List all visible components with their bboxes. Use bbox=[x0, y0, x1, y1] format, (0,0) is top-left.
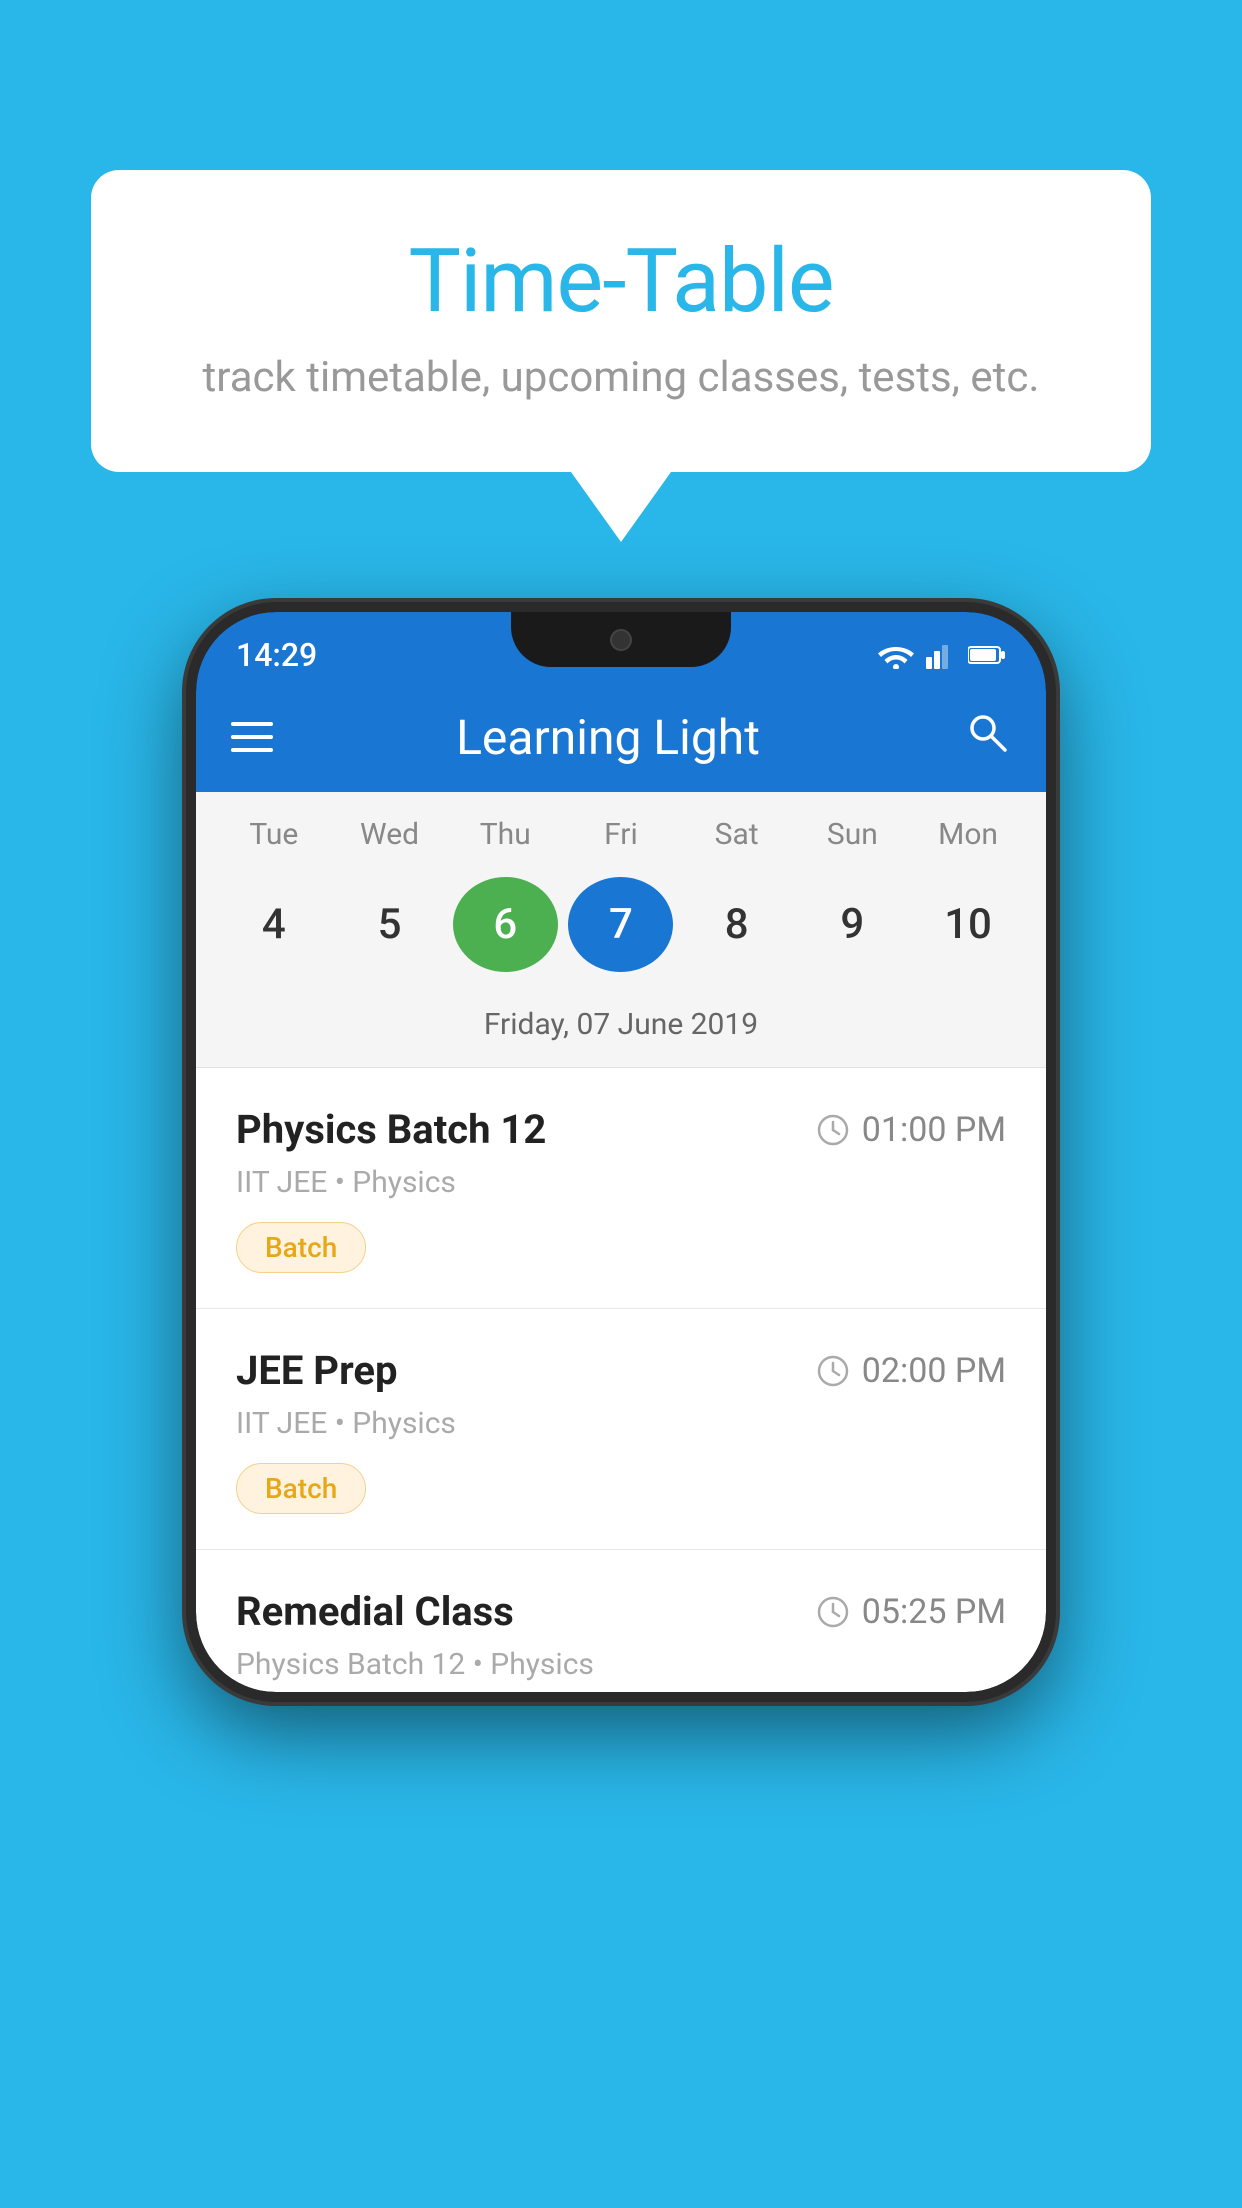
selected-date-label: Friday, 07 June 2019 bbox=[196, 997, 1046, 1068]
clock-icon-1 bbox=[816, 1113, 850, 1147]
day-sat: Sat bbox=[684, 817, 789, 852]
search-icon bbox=[963, 708, 1011, 756]
schedule-item-3-header: Remedial Class 05:25 PM bbox=[236, 1588, 1006, 1635]
schedule-item-3-time: 05:25 PM bbox=[816, 1592, 1006, 1632]
speech-bubble-section: Time-Table track timetable, upcoming cla… bbox=[91, 170, 1151, 542]
clock-icon-2 bbox=[816, 1354, 850, 1388]
schedule-item-3-title: Remedial Class bbox=[236, 1588, 514, 1635]
schedule-item-1-time: 01:00 PM bbox=[816, 1110, 1006, 1150]
date-6-today[interactable]: 6 bbox=[453, 877, 558, 972]
day-thu: Thu bbox=[453, 817, 558, 852]
date-8[interactable]: 8 bbox=[684, 877, 789, 972]
hamburger-menu-button[interactable] bbox=[231, 722, 273, 752]
hamburger-line-1 bbox=[231, 722, 273, 726]
date-4[interactable]: 4 bbox=[221, 877, 326, 972]
main-title: Time-Table bbox=[171, 230, 1071, 333]
schedule-item-1[interactable]: Physics Batch 12 01:00 PM IIT JEE • Phys… bbox=[196, 1068, 1046, 1309]
date-10[interactable]: 10 bbox=[916, 877, 1021, 972]
schedule-item-1-title: Physics Batch 12 bbox=[236, 1106, 546, 1153]
schedule-item-2-title: JEE Prep bbox=[236, 1347, 397, 1394]
schedule-list: Physics Batch 12 01:00 PM IIT JEE • Phys… bbox=[196, 1068, 1046, 1692]
calendar-dates-row: 4 5 6 7 8 9 10 bbox=[196, 862, 1046, 997]
date-7-selected[interactable]: 7 bbox=[568, 877, 673, 972]
schedule-item-2-header: JEE Prep 02:00 PM bbox=[236, 1347, 1006, 1394]
wifi-icon bbox=[878, 641, 914, 669]
phone-mockup: 14:29 bbox=[186, 602, 1056, 1702]
power-button bbox=[1046, 942, 1056, 1072]
phone-frame: 14:29 bbox=[186, 602, 1056, 1702]
calendar-header: Tue Wed Thu Fri Sat Sun Mon bbox=[196, 792, 1046, 862]
schedule-item-3-subtitle: Physics Batch 12 • Physics bbox=[236, 1647, 1006, 1682]
day-mon: Mon bbox=[916, 817, 1021, 852]
date-5[interactable]: 5 bbox=[337, 877, 442, 972]
search-button[interactable] bbox=[963, 708, 1011, 767]
app-bar: Learning Light bbox=[196, 682, 1046, 792]
schedule-item-2-tag: Batch bbox=[236, 1463, 366, 1514]
volume-up-button bbox=[186, 892, 196, 972]
phone-camera bbox=[610, 629, 632, 651]
hamburger-line-3 bbox=[231, 748, 273, 752]
day-wed: Wed bbox=[337, 817, 442, 852]
schedule-item-1-header: Physics Batch 12 01:00 PM bbox=[236, 1106, 1006, 1153]
phone-notch bbox=[511, 612, 731, 667]
schedule-item-2[interactable]: JEE Prep 02:00 PM IIT JEE • Physics Batc… bbox=[196, 1309, 1046, 1550]
battery-icon bbox=[968, 645, 1006, 665]
app-title: Learning Light bbox=[283, 709, 933, 766]
speech-bubble-card: Time-Table track timetable, upcoming cla… bbox=[91, 170, 1151, 472]
speech-bubble-tail bbox=[571, 472, 671, 542]
schedule-item-3[interactable]: Remedial Class 05:25 PM Physics Batch 12… bbox=[196, 1550, 1046, 1692]
day-fri: Fri bbox=[568, 817, 673, 852]
schedule-item-1-subtitle: IIT JEE • Physics bbox=[236, 1165, 1006, 1200]
clock-icon-3 bbox=[816, 1595, 850, 1629]
volume-down-button bbox=[186, 1002, 196, 1082]
phone-content: 14:29 bbox=[196, 612, 1046, 1692]
day-sun: Sun bbox=[800, 817, 905, 852]
main-subtitle: track timetable, upcoming classes, tests… bbox=[171, 353, 1071, 402]
hamburger-line-2 bbox=[231, 735, 273, 739]
schedule-item-1-tag: Batch bbox=[236, 1222, 366, 1273]
status-icons bbox=[878, 641, 1006, 669]
schedule-item-2-time: 02:00 PM bbox=[816, 1351, 1006, 1391]
signal-icon bbox=[926, 641, 956, 669]
date-9[interactable]: 9 bbox=[800, 877, 905, 972]
day-tue: Tue bbox=[221, 817, 326, 852]
status-time: 14:29 bbox=[236, 636, 317, 674]
schedule-item-2-subtitle: IIT JEE • Physics bbox=[236, 1406, 1006, 1441]
